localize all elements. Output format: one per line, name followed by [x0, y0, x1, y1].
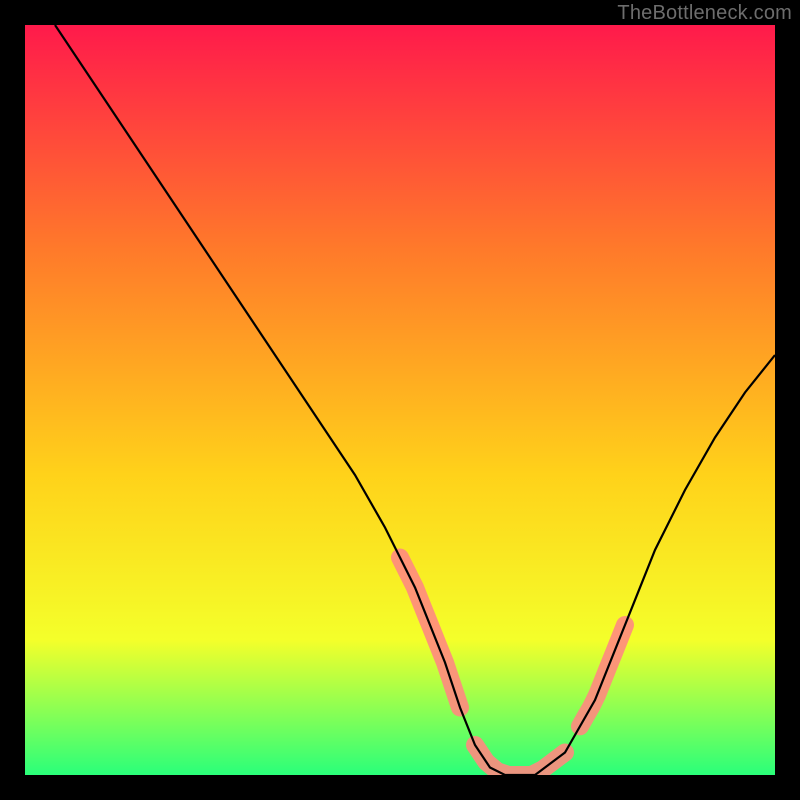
bottleneck-plot: [25, 25, 775, 775]
chart-frame: [25, 25, 775, 775]
watermark-text: TheBottleneck.com: [617, 2, 792, 25]
gradient-background: [25, 25, 775, 775]
